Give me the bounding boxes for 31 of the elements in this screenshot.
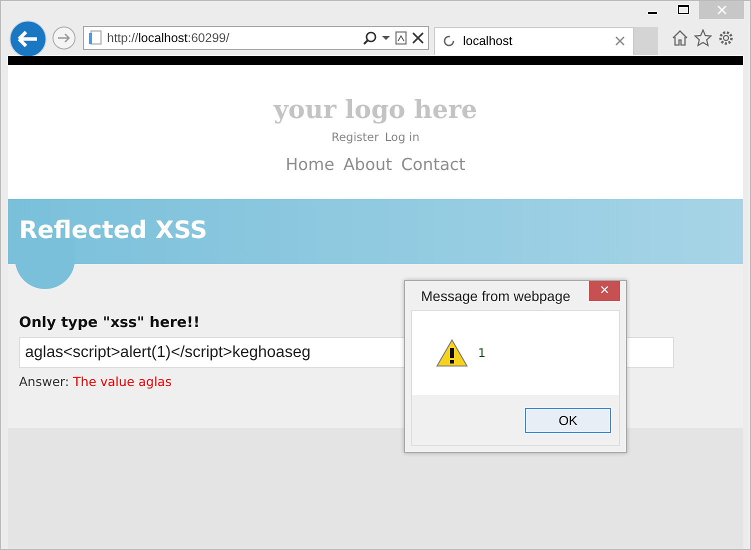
field-label: Only type "xss" here!! [19, 315, 201, 331]
close-button[interactable]: × [589, 281, 620, 301]
stop-icon[interactable] [412, 32, 424, 44]
dropdown-icon[interactable] [382, 34, 390, 40]
forward-button[interactable] [52, 26, 76, 50]
account-link[interactable]: Log in [384, 130, 420, 144]
tab-close-icon[interactable] [615, 36, 625, 46]
dialog-title: Message from webpage [421, 288, 570, 304]
back-button[interactable] [9, 20, 47, 58]
search-icon[interactable] [363, 30, 377, 44]
page-icon [88, 30, 102, 46]
account-link[interactable]: Register [331, 130, 379, 144]
address-bar[interactable]: http://localhost:60299/ [83, 26, 429, 50]
page-title: Reflected XSS [19, 216, 208, 244]
answer-text: The value aglas [73, 374, 172, 389]
ok-button[interactable]: OK [525, 408, 611, 432]
close-icon [716, 5, 726, 15]
answer-label: Answer: [19, 374, 70, 389]
nav-link[interactable]: About [343, 155, 392, 174]
nav-link[interactable]: Contact [401, 155, 466, 174]
url-text: http://localhost:60299/ [107, 30, 230, 44]
maximize-button[interactable] [678, 5, 688, 15]
warning-icon [436, 339, 468, 367]
nav-link[interactable]: Home [286, 155, 334, 174]
dialog-message: 1 [478, 346, 486, 360]
compatibility-icon[interactable] [395, 30, 407, 44]
settings-icon[interactable] [717, 28, 735, 46]
star-icon[interactable] [694, 28, 712, 46]
browser-tab[interactable]: localhost [434, 26, 634, 54]
loading-icon [443, 35, 455, 47]
home-icon[interactable] [671, 28, 689, 46]
